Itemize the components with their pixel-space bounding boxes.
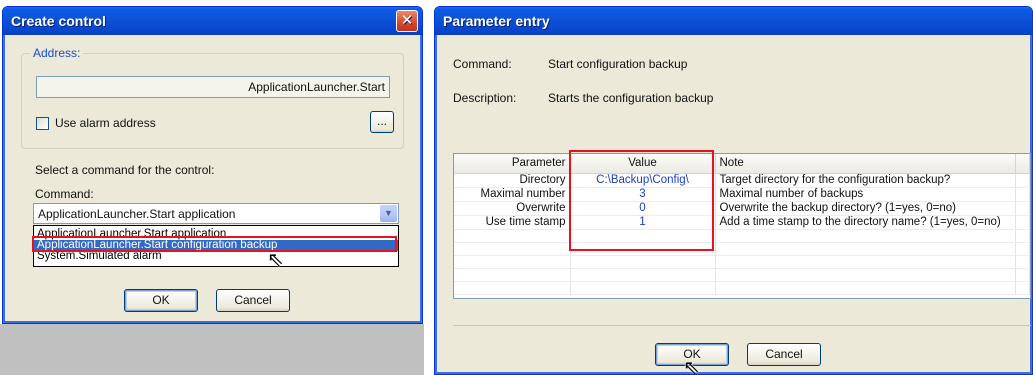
create-control-titlebar[interactable]: Create control ✕	[3, 7, 422, 35]
cancel-button[interactable]: Cancel	[216, 289, 290, 312]
column-header-parameter[interactable]: Parameter	[454, 154, 571, 174]
note-cell: Add a time stamp to the directory name? …	[715, 215, 1016, 230]
address-group: Address: ApplicationLauncher.Start Use a…	[21, 46, 404, 149]
pe-description-value: Starts the configuration backup	[548, 91, 714, 105]
selection-highlight-box	[32, 236, 397, 252]
table-row[interactable]: Use time stamp 1 Add a time stamp to the…	[454, 215, 1030, 230]
address-value: ApplicationLauncher.Start	[248, 80, 385, 94]
browse-button-label: ...	[376, 114, 387, 128]
mouse-cursor-icon: ⇖	[267, 249, 284, 271]
dropdown-option[interactable]: System.Simulated alarm	[34, 250, 398, 262]
column-header-note[interactable]: Note	[715, 154, 1016, 174]
pe-cancel-button[interactable]: Cancel	[747, 343, 821, 366]
pe-command-value: Start configuration backup	[548, 57, 688, 71]
command-combobox-value: ApplicationLauncher.Start application	[38, 207, 236, 221]
cancel-button-label: Cancel	[234, 293, 272, 307]
use-alarm-address-label[interactable]: Use alarm address	[55, 116, 156, 130]
parameter-grid[interactable]: Parameter Value Note Directory C:\Backup…	[453, 153, 1031, 299]
create-control-dialog: Create control ✕ Address: ApplicationLau…	[2, 6, 423, 324]
empty-row	[454, 268, 1030, 282]
empty-row	[454, 229, 1030, 243]
parameter-cell: Directory	[454, 173, 571, 188]
empty-row	[454, 242, 1030, 256]
parameter-entry-dialog: Parameter entry Command: Start configura…	[434, 6, 1033, 375]
select-command-prompt: Select a command for the control:	[35, 163, 215, 177]
table-row[interactable]: Overwrite 0 Overwrite the backup directo…	[454, 201, 1030, 216]
address-legend: Address:	[30, 46, 84, 60]
parameter-cell: Overwrite	[454, 201, 571, 216]
pe-description-label: Description:	[453, 91, 517, 105]
column-header-filler	[1015, 154, 1030, 174]
parameter-cell: Use time stamp	[454, 215, 571, 230]
table-row[interactable]: Directory C:\Backup\Config\ Target direc…	[454, 173, 1030, 188]
parameter-entry-title: Parameter entry	[443, 13, 550, 29]
note-cell: Overwrite the backup directory? (1=yes, …	[715, 201, 1016, 216]
browse-button[interactable]: ...	[370, 111, 394, 133]
pe-cancel-button-label: Cancel	[765, 347, 803, 361]
parameter-entry-titlebar[interactable]: Parameter entry	[435, 7, 1032, 35]
address-field[interactable]: ApplicationLauncher.Start	[36, 76, 390, 98]
chevron-down-icon[interactable]: ▼	[380, 205, 397, 222]
close-icon[interactable]: ✕	[396, 10, 418, 32]
create-control-title: Create control	[11, 13, 106, 29]
pe-command-label: Command:	[453, 57, 512, 71]
note-cell: Target directory for the configuration b…	[715, 173, 1016, 188]
empty-row	[454, 255, 1030, 269]
parameter-cell: Maximal number	[454, 187, 571, 202]
command-combobox[interactable]: ApplicationLauncher.Start application ▼	[33, 203, 399, 224]
mouse-cursor-icon: ⇖	[683, 357, 700, 375]
table-row[interactable]: Maximal number 3 Maximal number of backu…	[454, 187, 1030, 202]
ok-button-label: OK	[152, 293, 170, 307]
note-cell: Maximal number of backups	[715, 187, 1016, 202]
value-column-highlight-box	[569, 150, 714, 251]
command-label: Command:	[35, 187, 94, 201]
use-alarm-address-checkbox[interactable]	[36, 117, 49, 130]
empty-row	[454, 281, 1030, 295]
background-area	[0, 324, 424, 375]
separator-line	[453, 325, 1031, 326]
ok-button[interactable]: OK	[124, 289, 198, 312]
